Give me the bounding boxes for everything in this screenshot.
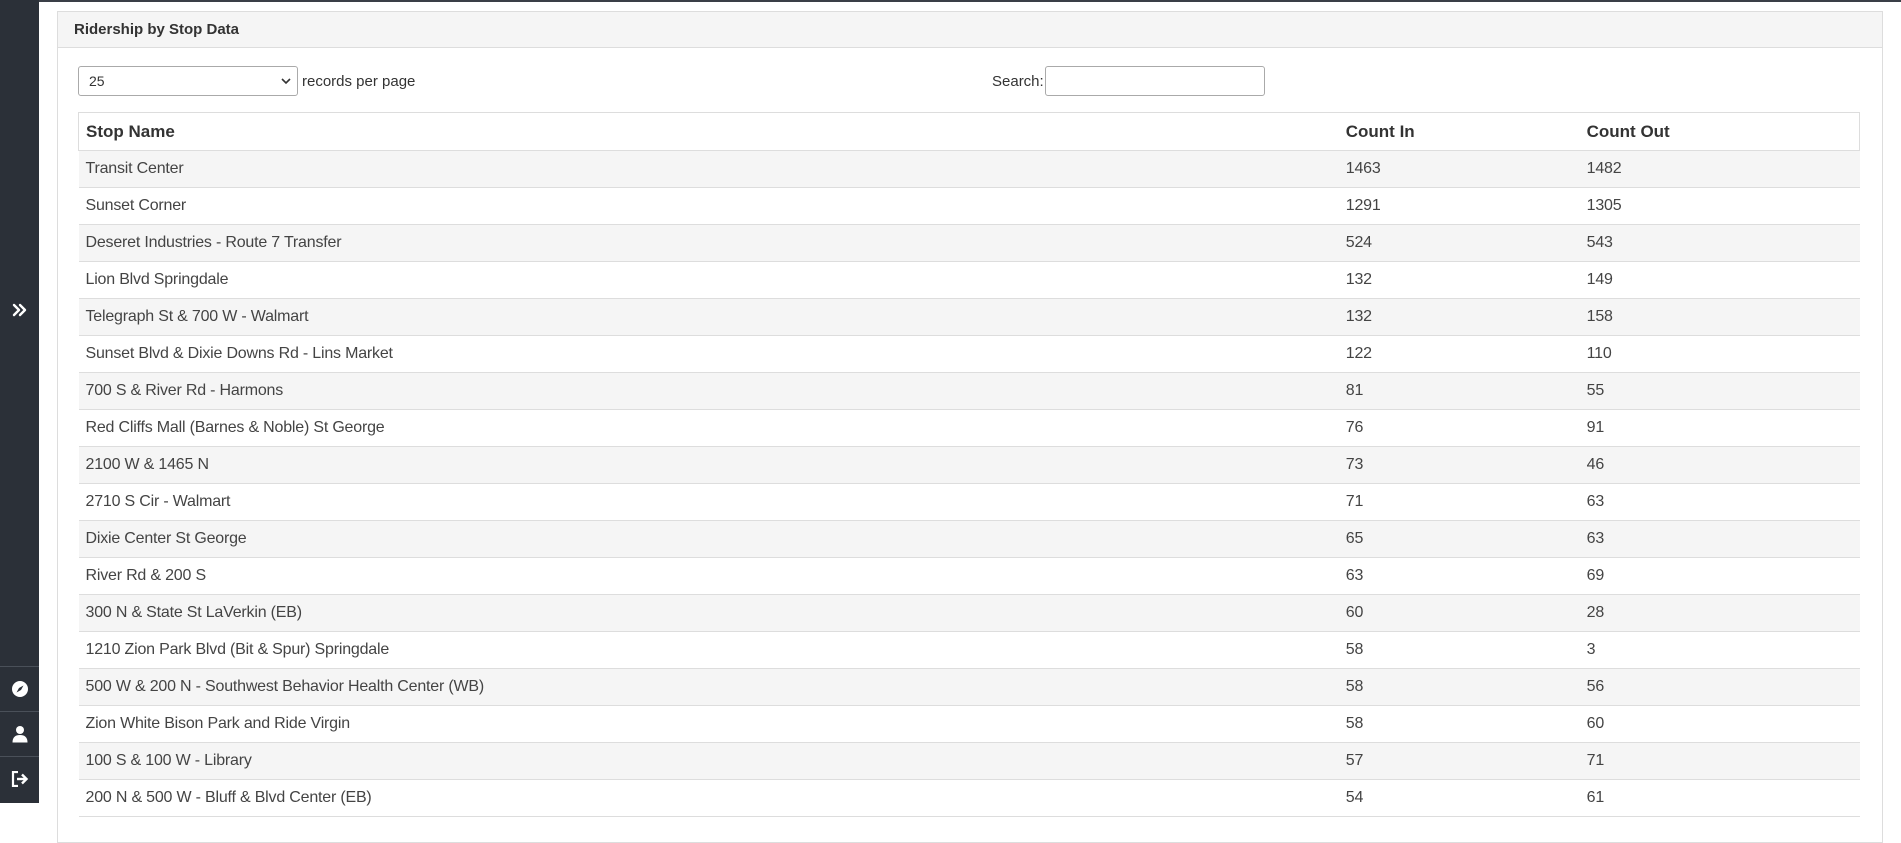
stop-name-cell: Telegraph St & 700 W - Walmart [78, 298, 1339, 336]
count-out-cell: 63 [1579, 483, 1860, 521]
sign-out-icon[interactable] [0, 756, 39, 801]
count-out-cell: 1305 [1579, 187, 1860, 225]
user-icon[interactable] [0, 711, 39, 756]
count-out-cell: 61 [1579, 779, 1860, 817]
chevron-down-icon [281, 77, 291, 84]
stop-name-cell: River Rd & 200 S [78, 557, 1339, 595]
table-row: 100 S & 100 W - Library 57 71 [78, 742, 1860, 780]
count-in-cell: 1291 [1338, 187, 1580, 225]
stop-name-cell: Dixie Center St George [78, 520, 1339, 558]
count-out-cell: 71 [1579, 742, 1860, 780]
double-chevron-right-icon[interactable] [0, 300, 39, 320]
count-in-cell: 57 [1338, 742, 1580, 780]
stop-name-cell: 500 W & 200 N - Southwest Behavior Healt… [78, 668, 1339, 706]
count-in-cell: 71 [1338, 483, 1580, 521]
count-in-cell: 58 [1338, 631, 1580, 669]
stop-name-cell: 700 S & River Rd - Harmons [78, 372, 1339, 410]
table-row: Transit Center 1463 1482 [78, 150, 1860, 188]
records-per-page-label: records per page [302, 72, 416, 90]
records-per-page-select[interactable]: 25 [78, 66, 298, 96]
count-out-cell: 158 [1579, 298, 1860, 336]
count-out-cell: 69 [1579, 557, 1860, 595]
count-in-cell: 81 [1338, 372, 1580, 410]
table-row: 700 S & River Rd - Harmons 81 55 [78, 372, 1860, 410]
table-row: 200 N & 500 W - Bluff & Blvd Center (EB)… [78, 779, 1860, 817]
count-in-cell: 132 [1338, 261, 1580, 299]
count-in-cell: 524 [1338, 224, 1580, 262]
ridership-table: Stop Name Count In Count Out Transit Cen… [77, 112, 1860, 817]
count-out-cell: 149 [1579, 261, 1860, 299]
table-row: Red Cliffs Mall (Barnes & Noble) St Geor… [78, 409, 1860, 447]
table-row: Telegraph St & 700 W - Walmart 132 158 [78, 298, 1860, 336]
count-in-cell: 60 [1338, 594, 1580, 632]
search-input[interactable] [1044, 66, 1265, 96]
stop-name-cell: 2710 S Cir - Walmart [78, 483, 1339, 521]
stop-name-cell: Zion White Bison Park and Ride Virgin [78, 705, 1339, 743]
count-out-cell: 55 [1579, 372, 1860, 410]
count-in-cell: 73 [1338, 446, 1580, 484]
count-out-cell: 1482 [1579, 150, 1860, 188]
table-row: 2100 W & 1465 N 73 46 [78, 446, 1860, 484]
column-header-count-in[interactable]: Count In [1338, 112, 1580, 151]
table-header-row: Stop Name Count In Count Out [77, 112, 1860, 151]
count-in-cell: 76 [1338, 409, 1580, 447]
stop-name-cell: Lion Blvd Springdale [78, 261, 1339, 299]
table-row: Sunset Corner 1291 1305 [78, 187, 1860, 225]
count-out-cell: 63 [1579, 520, 1860, 558]
table-controls: 25 records per page Search: [58, 48, 1882, 111]
stop-name-cell: 2100 W & 1465 N [78, 446, 1339, 484]
table-body: Transit Center 1463 1482 Sunset Corner 1291 1… [78, 150, 1860, 817]
ridership-panel: Ridership by Stop Data 25 records per pa… [57, 11, 1883, 843]
count-in-cell: 65 [1338, 520, 1580, 558]
stop-name-cell: 200 N & 500 W - Bluff & Blvd Center (EB) [78, 779, 1339, 817]
stop-name-cell: 100 S & 100 W - Library [78, 742, 1339, 780]
column-header-stop-name[interactable]: Stop Name [77, 112, 1339, 151]
count-out-cell: 46 [1579, 446, 1860, 484]
count-out-cell: 28 [1579, 594, 1860, 632]
panel-title: Ridership by Stop Data [58, 12, 1882, 48]
table-row: Dixie Center St George 65 63 [78, 520, 1860, 558]
count-out-cell: 60 [1579, 705, 1860, 743]
table-row: Zion White Bison Park and Ride Virgin 58 6… [78, 705, 1860, 743]
compass-icon[interactable] [0, 666, 39, 711]
count-out-cell: 91 [1579, 409, 1860, 447]
records-per-page-value: 25 [89, 73, 105, 89]
table-row: 300 N & State St LaVerkin (EB) 60 28 [78, 594, 1860, 632]
table-row: 500 W & 200 N - Southwest Behavior Healt… [78, 668, 1860, 706]
count-out-cell: 110 [1579, 335, 1860, 373]
table-row: River Rd & 200 S 63 69 [78, 557, 1860, 595]
stop-name-cell: Transit Center [78, 150, 1339, 188]
table-row: 1210 Zion Park Blvd (Bit & Spur) Springd… [78, 631, 1860, 669]
table-row: 2710 S Cir - Walmart 71 63 [78, 483, 1860, 521]
count-in-cell: 1463 [1338, 150, 1580, 188]
count-in-cell: 63 [1338, 557, 1580, 595]
table-row: Deseret Industries - Route 7 Transfer 524… [78, 224, 1860, 262]
stop-name-cell: Red Cliffs Mall (Barnes & Noble) St Geor… [78, 409, 1339, 447]
column-header-count-out[interactable]: Count Out [1579, 112, 1860, 151]
count-in-cell: 132 [1338, 298, 1580, 336]
stop-name-cell: Sunset Corner [78, 187, 1339, 225]
count-out-cell: 543 [1579, 224, 1860, 262]
count-out-cell: 3 [1579, 631, 1860, 669]
table-row: Lion Blvd Springdale 132 149 [78, 261, 1860, 299]
count-in-cell: 54 [1338, 779, 1580, 817]
top-border [39, 0, 1901, 2]
stop-name-cell: Sunset Blvd & Dixie Downs Rd - Lins Mark… [78, 335, 1339, 373]
records-per-page-control: 25 records per page [78, 66, 415, 96]
search-label: Search: [992, 72, 1044, 90]
search-control: Search: [992, 66, 1265, 96]
stop-name-cell: 1210 Zion Park Blvd (Bit & Spur) Springd… [78, 631, 1339, 669]
count-out-cell: 56 [1579, 668, 1860, 706]
sidebar [0, 0, 39, 803]
stop-name-cell: 300 N & State St LaVerkin (EB) [78, 594, 1339, 632]
count-in-cell: 122 [1338, 335, 1580, 373]
count-in-cell: 58 [1338, 705, 1580, 743]
table-row: Sunset Blvd & Dixie Downs Rd - Lins Mark… [78, 335, 1860, 373]
count-in-cell: 58 [1338, 668, 1580, 706]
stop-name-cell: Deseret Industries - Route 7 Transfer [78, 224, 1339, 262]
